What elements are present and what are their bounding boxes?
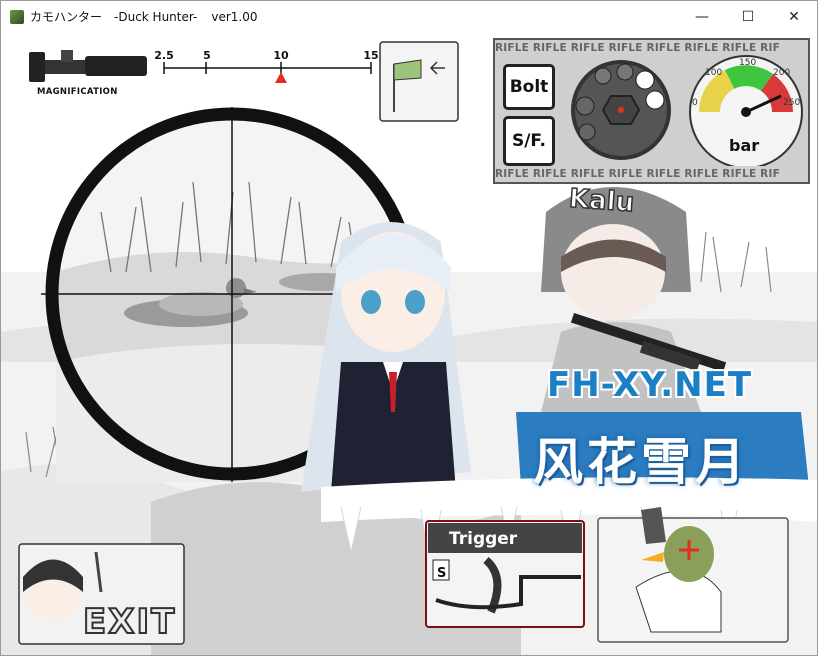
maximize-button[interactable]: ☐ bbox=[725, 1, 771, 32]
mag-tick-10: 10 bbox=[273, 49, 289, 62]
scope-icon bbox=[29, 50, 147, 82]
bolt-button[interactable]: Bolt bbox=[503, 64, 555, 110]
gauge-unit: bar bbox=[729, 136, 760, 155]
title-version: ver1.00 bbox=[211, 9, 258, 24]
game-stage: MAGNIFICATION 2.5 5 10 15 Kalu RIFLE RIF… bbox=[1, 32, 817, 655]
title-bar: カモハンター -Duck Hunter- ver1.00 — ☐ ✕ bbox=[1, 1, 817, 32]
gauge-mark-200: 200 bbox=[773, 68, 791, 78]
watermark-site: FH-XY.NET bbox=[547, 365, 753, 405]
safety-indicator: S bbox=[437, 566, 447, 581]
helmet-text: Kalu bbox=[567, 183, 636, 219]
mag-tick-5: 5 bbox=[203, 49, 211, 62]
magnification-marker bbox=[275, 72, 287, 83]
close-button[interactable]: ✕ bbox=[771, 1, 817, 32]
safety-fire-button[interactable]: S/F. bbox=[503, 116, 555, 166]
gauge-mark-0: 0 bbox=[692, 98, 698, 108]
title-jp: カモハンター bbox=[30, 10, 103, 24]
rifle-panel: RIFLE RIFLE RIFLE RIFLE RIFLE RIFLE RIFL… bbox=[493, 38, 810, 184]
rifle-text-bottom: RIFLE RIFLE RIFLE RIFLE RIFLE RIFLE RIFL… bbox=[495, 168, 780, 180]
trigger-button[interactable]: Trigger bbox=[449, 529, 517, 549]
magnification-label: MAGNIFICATION bbox=[37, 87, 118, 97]
mag-tick-15: 15 bbox=[363, 49, 379, 62]
mag-tick-2-5: 2.5 bbox=[154, 49, 174, 62]
game-window: カモハンター -Duck Hunter- ver1.00 — ☐ ✕ MAGNI… bbox=[0, 0, 818, 656]
watermark-name: 风花雪月 bbox=[533, 433, 749, 491]
gauge-mark-250: 250 bbox=[783, 98, 801, 108]
duck-heal-button-art bbox=[597, 507, 789, 643]
title-en: -Duck Hunter- bbox=[114, 9, 198, 24]
wind-indicator bbox=[379, 41, 459, 122]
gauge-mark-150: 150 bbox=[739, 58, 757, 68]
magazine-cylinder[interactable] bbox=[565, 58, 677, 162]
magnification-slider[interactable] bbox=[163, 62, 372, 83]
exit-button[interactable]: EXIT bbox=[82, 601, 176, 643]
minimize-button[interactable]: — bbox=[679, 1, 725, 32]
app-icon bbox=[10, 9, 24, 24]
gauge-mark-100: 100 bbox=[705, 68, 723, 78]
